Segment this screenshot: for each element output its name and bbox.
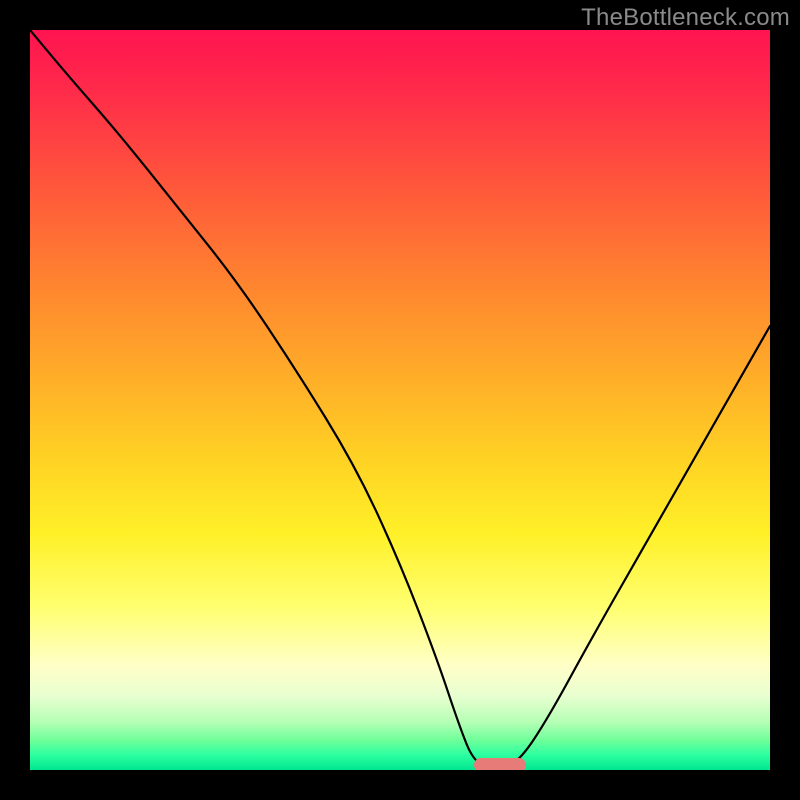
chart-frame: TheBottleneck.com (0, 0, 800, 800)
bottleneck-curve-svg (30, 30, 770, 770)
optimal-range-marker (474, 758, 526, 770)
bottleneck-curve (30, 30, 770, 768)
watermark-text: TheBottleneck.com (581, 4, 790, 32)
plot-area (30, 30, 770, 770)
